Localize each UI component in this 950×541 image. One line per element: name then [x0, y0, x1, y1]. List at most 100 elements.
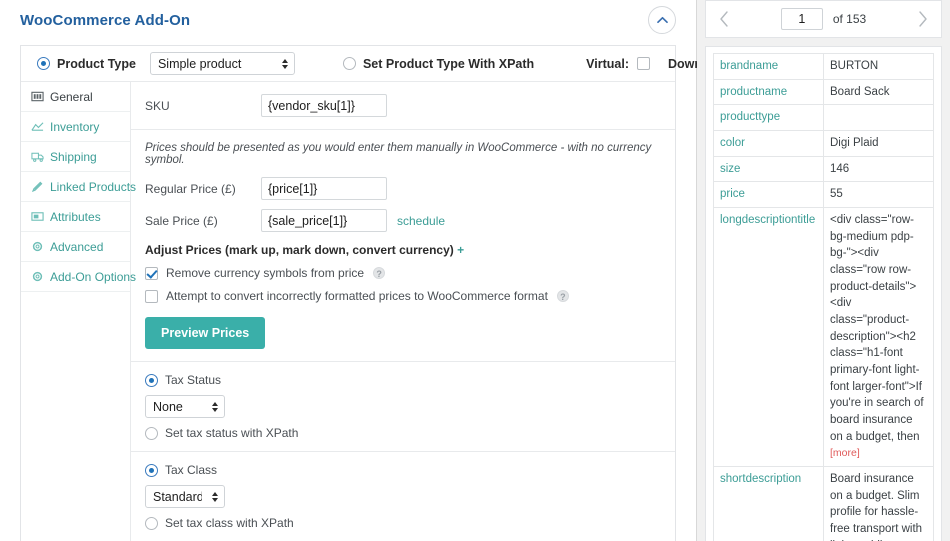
field-value: 55: [823, 181, 934, 209]
tax-status-select[interactable]: None: [145, 395, 225, 418]
tax-status-select-row: None: [145, 395, 661, 418]
field-value: Digi Plaid: [823, 130, 934, 157]
field-value: 146: [823, 155, 934, 183]
general-tab-form: SKU Prices should be presented as you wo…: [131, 82, 675, 541]
table-row: producttype: [713, 104, 934, 132]
truck-icon: [31, 152, 44, 162]
table-row: productname Board Sack: [713, 78, 934, 106]
sidebar-item-general[interactable]: General: [21, 82, 130, 112]
field-value: <div class="row-bg-medium pdp-bg-"><div …: [823, 207, 934, 468]
sidebar-item-label: Add-On Options: [50, 269, 137, 284]
adjust-prices-toggle[interactable]: Adjust Prices (mark up, mark down, conve…: [131, 243, 675, 257]
page-total-label: of 153: [832, 12, 867, 26]
prices-section: Prices should be presented as you would …: [131, 130, 675, 362]
product-type-bar: Product Type Simple product Set Product …: [21, 46, 778, 82]
product-type-radio-label: Product Type: [57, 56, 136, 71]
record-fields-table: brandname BURTON productname Board Sack …: [713, 53, 934, 541]
table-row: longdescriptiontitle <div class="row-bg-…: [713, 207, 934, 468]
convert-prices-row: Attempt to convert incorrectly formatted…: [131, 289, 675, 303]
product-type-xpath-label: Set Product Type With XPath: [362, 56, 535, 71]
sidebar-item-linked-products[interactable]: Linked Products: [21, 172, 136, 202]
field-key: brandname: [713, 53, 824, 80]
field-key: color: [713, 130, 824, 157]
tax-status-label: Tax Status: [165, 373, 222, 387]
tax-status-xpath-radio[interactable]: [145, 426, 158, 440]
tax-class-select[interactable]: Standard: [145, 485, 225, 508]
dashboard-icon: [31, 91, 44, 102]
adjust-prices-plus: +: [457, 243, 465, 257]
tax-class-select-row: Standard: [145, 485, 661, 508]
sidebar-item-attributes[interactable]: Attributes: [21, 202, 130, 232]
field-key: price: [713, 181, 824, 209]
page-number-input[interactable]: [780, 8, 823, 30]
link-icon: [31, 181, 43, 193]
convert-prices-checkbox[interactable]: [145, 289, 158, 303]
woocommerce-addon-panel: WooCommerce Add-On Product Type Simple p…: [0, 0, 778, 541]
preview-prices-button[interactable]: Preview Prices: [145, 317, 266, 349]
virtual-checkbox[interactable]: [637, 57, 650, 70]
chevron-right-icon[interactable]: [917, 10, 929, 28]
sidebar-item-inventory[interactable]: Inventory: [21, 112, 130, 142]
sidebar-item-label: Attributes: [50, 209, 101, 224]
tax-status-xpath-row: Set tax status with XPath: [145, 426, 661, 440]
field-value: [823, 104, 934, 132]
help-icon[interactable]: ?: [373, 267, 386, 279]
remove-currency-row: Remove currency symbols from price ?: [131, 266, 675, 280]
tax-class-xpath-label: Set tax class with XPath: [165, 516, 294, 530]
sidebar-item-shipping[interactable]: Shipping: [21, 142, 130, 172]
adjust-prices-label: Adjust Prices (mark up, mark down, conve…: [145, 243, 454, 257]
product-type-xpath-radio[interactable]: [342, 57, 356, 70]
schedule-link[interactable]: schedule: [397, 214, 445, 228]
sidebar-item-label: General: [50, 89, 93, 104]
field-value-text: <div class="row-bg-medium pdp-bg-"><div …: [830, 214, 924, 443]
tax-class-radio[interactable]: [145, 463, 158, 477]
field-value: Board Sack: [823, 78, 934, 106]
sidebar-item-label: Inventory: [50, 119, 100, 134]
field-key: shortdescription: [713, 466, 824, 541]
product-type-radio[interactable]: [37, 57, 50, 70]
collapse-panel-button[interactable]: [648, 6, 676, 34]
sku-input[interactable]: [261, 94, 387, 117]
sale-price-row: Sale Price (£) schedule: [131, 209, 675, 232]
more-link[interactable]: [more]: [830, 447, 860, 459]
sku-row: SKU: [131, 94, 675, 117]
field-value: Board insurance on a budget. Slim profil…: [823, 466, 934, 541]
card-body: General Inventory Shipping Linked Produc…: [21, 82, 675, 541]
table-row: shortdescription Board insurance on a bu…: [713, 466, 934, 541]
tax-status-xpath-label: Set tax status with XPath: [165, 426, 299, 440]
record-pager: of 153: [705, 0, 942, 38]
tax-class-label: Tax Class: [165, 463, 218, 477]
tax-status-radio[interactable]: [145, 373, 158, 387]
tax-class-section: Tax Class Standard Set tax class with XP…: [131, 452, 675, 541]
data-preview-pane: of 153 brandname BURTON productname Boar…: [697, 0, 950, 541]
regular-price-row: Regular Price (£): [131, 177, 675, 200]
chart-icon: [31, 122, 44, 131]
tax-status-radio-row: Tax Status: [145, 373, 661, 387]
remove-currency-label: Remove currency symbols from price: [166, 266, 365, 280]
tax-class-radio-row: Tax Class: [145, 463, 661, 477]
regular-price-input[interactable]: [261, 177, 387, 200]
tax-class-xpath-radio[interactable]: [145, 516, 158, 530]
virtual-label: Virtual:: [586, 56, 629, 71]
field-value: BURTON: [823, 53, 934, 80]
prices-hint: Prices should be presented as you would …: [145, 142, 652, 166]
sale-price-input[interactable]: [261, 209, 387, 232]
sidebar-item-label: Advanced: [50, 239, 104, 254]
sidebar-item-advanced[interactable]: Advanced: [21, 232, 130, 262]
table-row: price 55: [713, 181, 934, 209]
field-key: producttype: [713, 104, 824, 132]
gear-icon: [32, 241, 43, 252]
sale-price-label: Sale Price (£): [145, 213, 218, 228]
table-row: color Digi Plaid: [713, 130, 934, 157]
sidebar-item-addon-options[interactable]: Add-On Options: [21, 262, 136, 292]
help-icon[interactable]: ?: [556, 290, 569, 302]
field-key: productname: [713, 78, 824, 106]
chevron-left-icon[interactable]: [718, 10, 730, 28]
sku-label: SKU: [145, 98, 170, 113]
app-root: WooCommerce Add-On Product Type Simple p…: [0, 0, 950, 541]
remove-currency-checkbox[interactable]: [145, 266, 158, 280]
addon-tab-nav: General Inventory Shipping Linked Produc…: [21, 82, 136, 541]
gear-icon: [32, 271, 43, 282]
product-type-select[interactable]: Simple product: [149, 52, 295, 75]
addon-card: Product Type Simple product Set Product …: [20, 45, 778, 541]
